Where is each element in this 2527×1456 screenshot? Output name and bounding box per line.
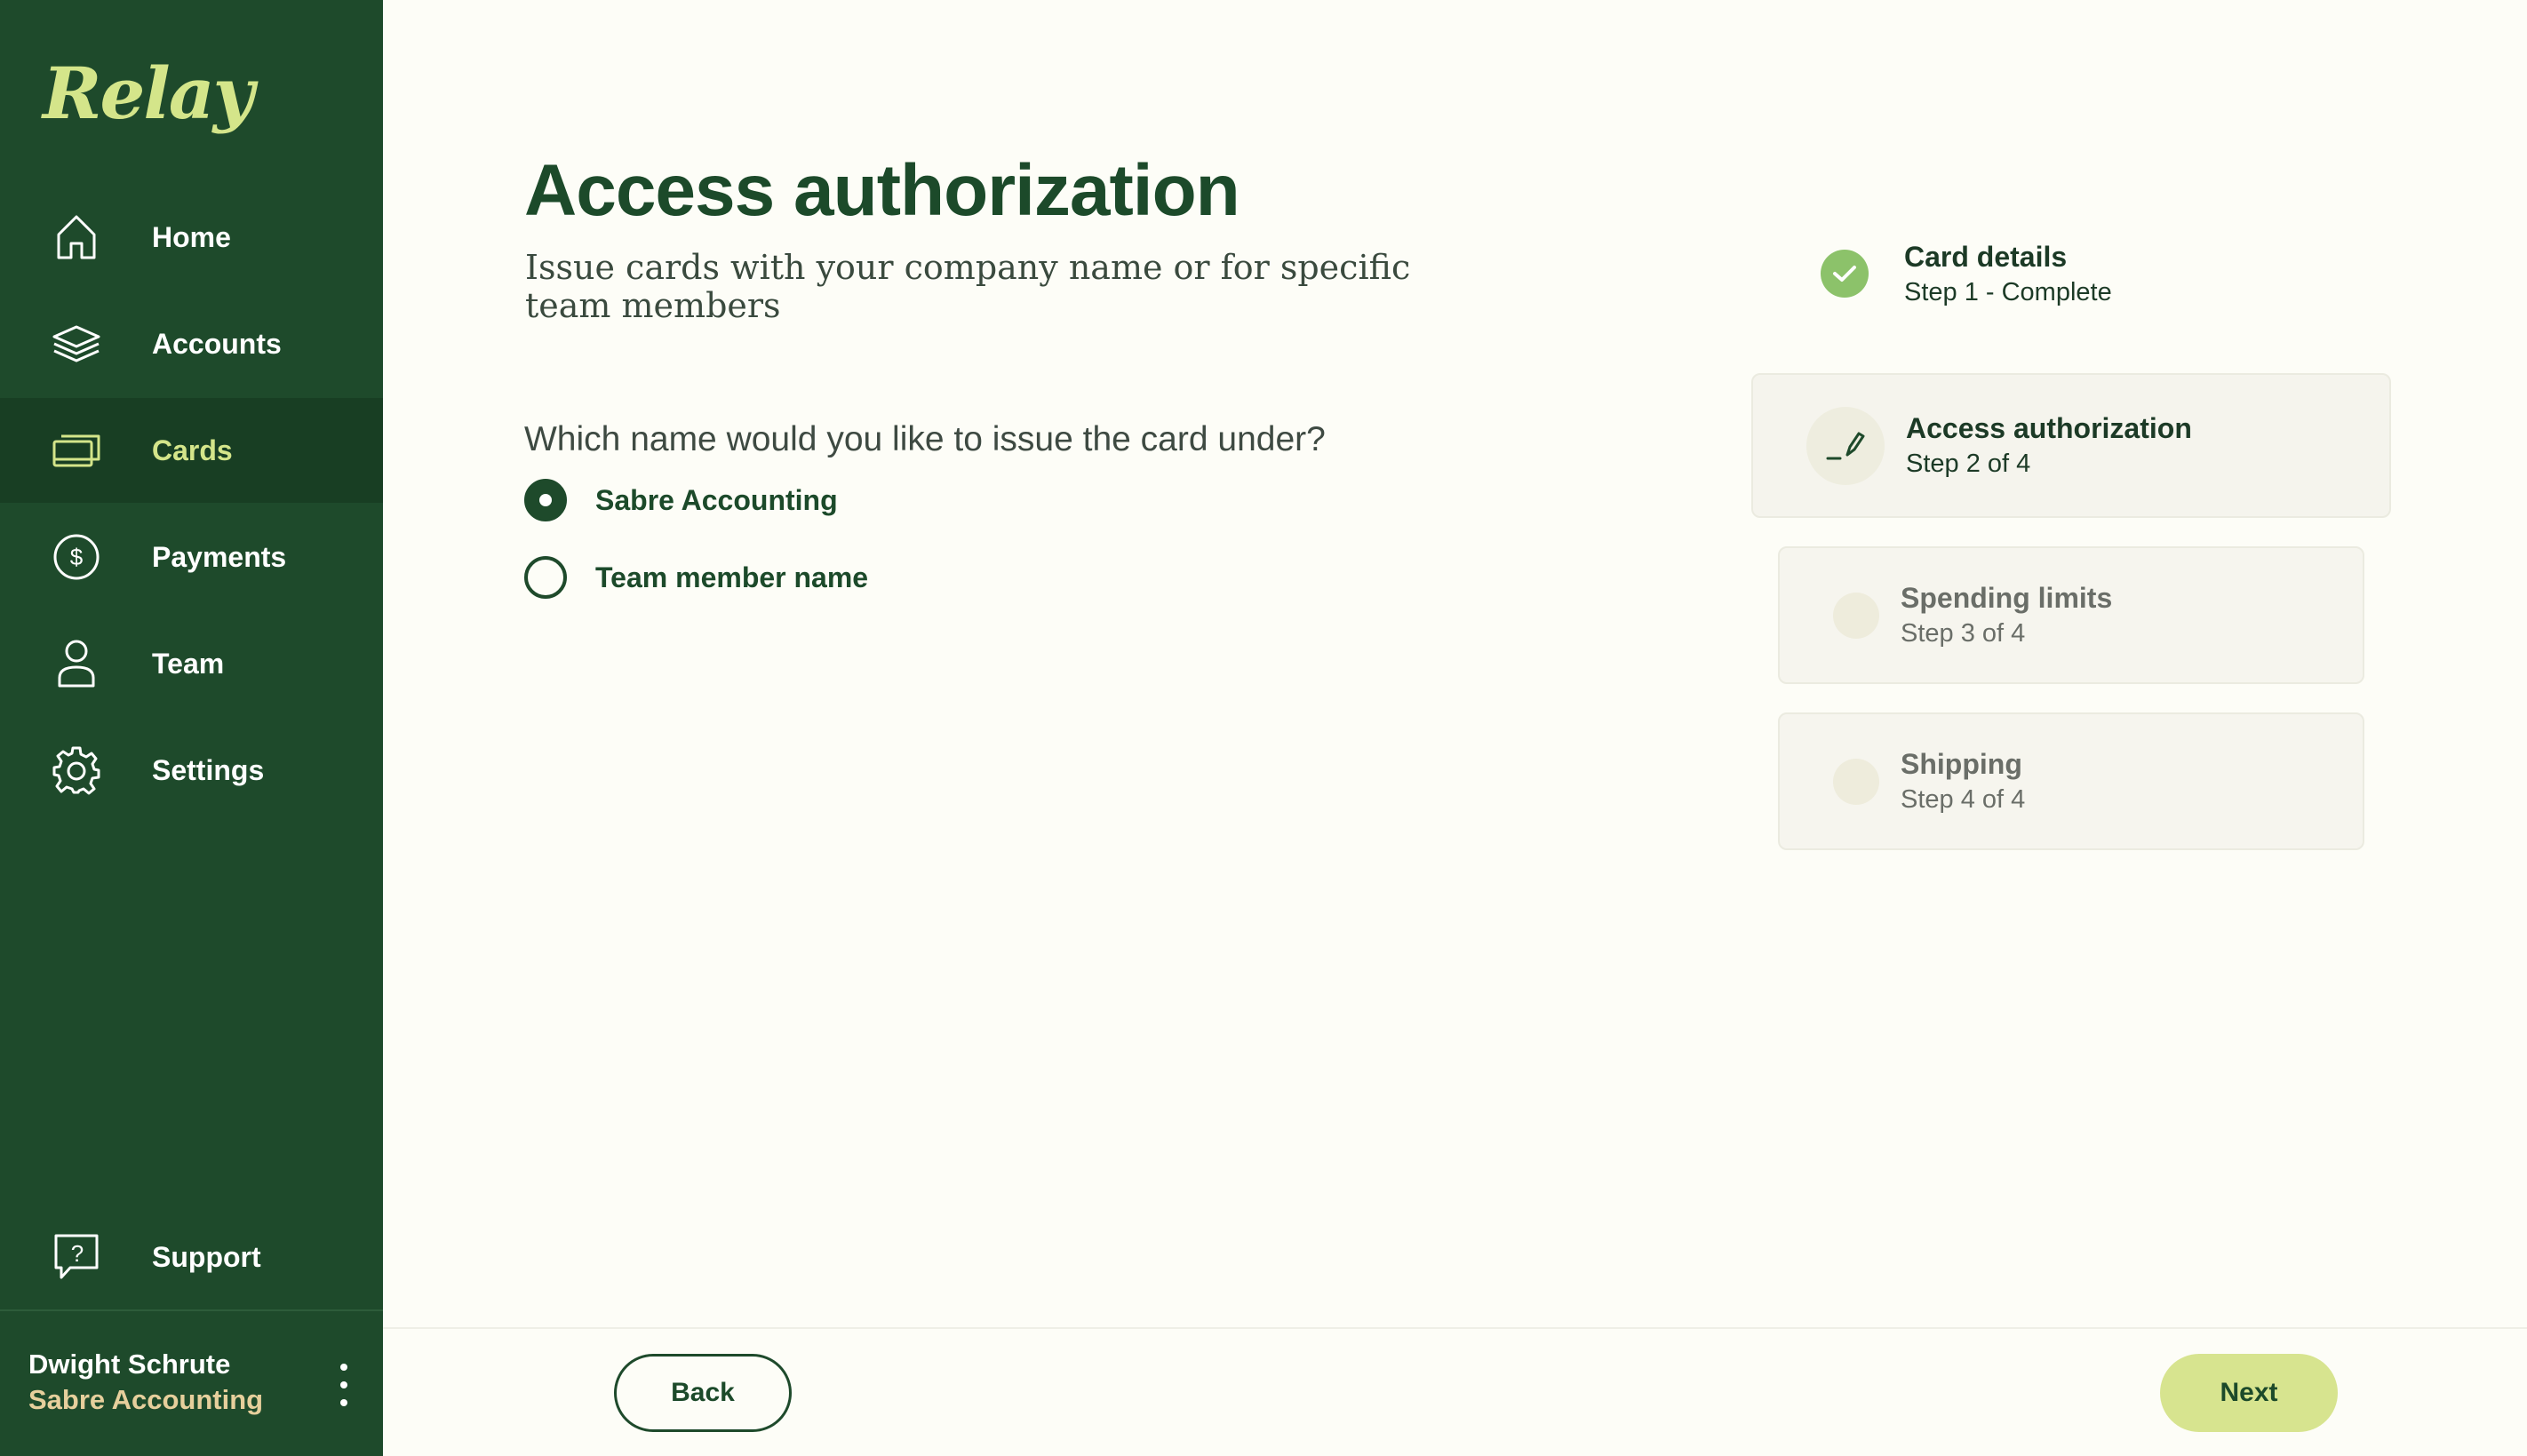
next-button[interactable]: Next [2160,1354,2338,1432]
step-title: Shipping [1901,748,2022,780]
sidebar-item-label: Team [152,647,225,680]
step-card-spending-limits: Spending limits Step 3 of 4 [1778,546,2364,684]
sidebar-item-settings[interactable]: Settings [0,718,383,823]
back-button[interactable]: Back [614,1354,792,1432]
sidebar-divider [0,1309,383,1311]
svg-text:$: $ [70,544,84,570]
question-label: Which name would you like to issue the c… [524,420,1326,458]
step-indicator [1833,759,1879,805]
step-title: Spending limits [1901,582,2113,614]
person-icon [50,637,103,690]
gear-icon [50,744,103,797]
sidebar-item-label: Support [152,1240,261,1273]
sidebar-item-payments[interactable]: $ Payments [0,505,383,609]
page-subtitle: Issue cards with your company name or fo… [525,248,1411,325]
page-title: Access authorization [524,150,1240,231]
option-label[interactable]: Sabre Accounting [595,484,838,517]
sidebar-item-accounts[interactable]: Accounts [0,291,383,396]
step-card-shipping: Shipping Step 4 of 4 [1778,712,2364,850]
dollar-icon: $ [50,530,103,584]
step-status: Step 4 of 4 [1901,785,2026,814]
sidebar-item-label: Accounts [152,327,282,360]
user-org: Sabre Accounting [28,1384,264,1415]
sidebar-item-home[interactable]: Home [0,185,383,290]
layers-icon [50,317,103,370]
step-status: Step 3 of 4 [1901,619,2026,648]
card-icon [50,424,103,477]
edit-icon [1806,407,1885,485]
radio-button[interactable] [524,479,567,521]
option-company-name[interactable]: Sabre Accounting [524,478,838,522]
sidebar-item-cards[interactable]: Cards [0,398,383,503]
help-icon: ? [50,1230,103,1284]
home-icon [50,211,103,264]
sidebar: Relay Home Accounts Cards $ Payments Tea… [0,0,383,1456]
sidebar-item-label: Home [152,220,231,253]
svg-text:?: ? [71,1240,84,1267]
option-team-member-name[interactable]: Team member name [524,555,868,600]
sidebar-item-label: Cards [152,434,233,466]
footer-bar: Back Next [383,1327,2527,1456]
sidebar-item-team[interactable]: Team [0,611,383,716]
step-status: Step 2 of 4 [1906,450,2031,478]
step-status: Step 1 - Complete [1904,278,2112,306]
user-name: Dwight Schrute [28,1349,231,1380]
step-title: Access authorization [1906,412,2192,444]
step-indicator [1833,593,1879,639]
sidebar-item-support[interactable]: ? Support [0,1205,383,1309]
option-label[interactable]: Team member name [595,561,868,594]
check-icon [1821,250,1869,298]
radio-button[interactable] [524,556,567,599]
more-options-icon[interactable] [331,1364,357,1406]
relay-logo[interactable]: Relay [43,52,254,135]
step-title: Card details [1904,241,2068,273]
sidebar-item-label: Payments [152,540,287,573]
step-card-access-authorization: Access authorization Step 2 of 4 [1751,373,2391,518]
sidebar-item-label: Settings [152,753,265,786]
